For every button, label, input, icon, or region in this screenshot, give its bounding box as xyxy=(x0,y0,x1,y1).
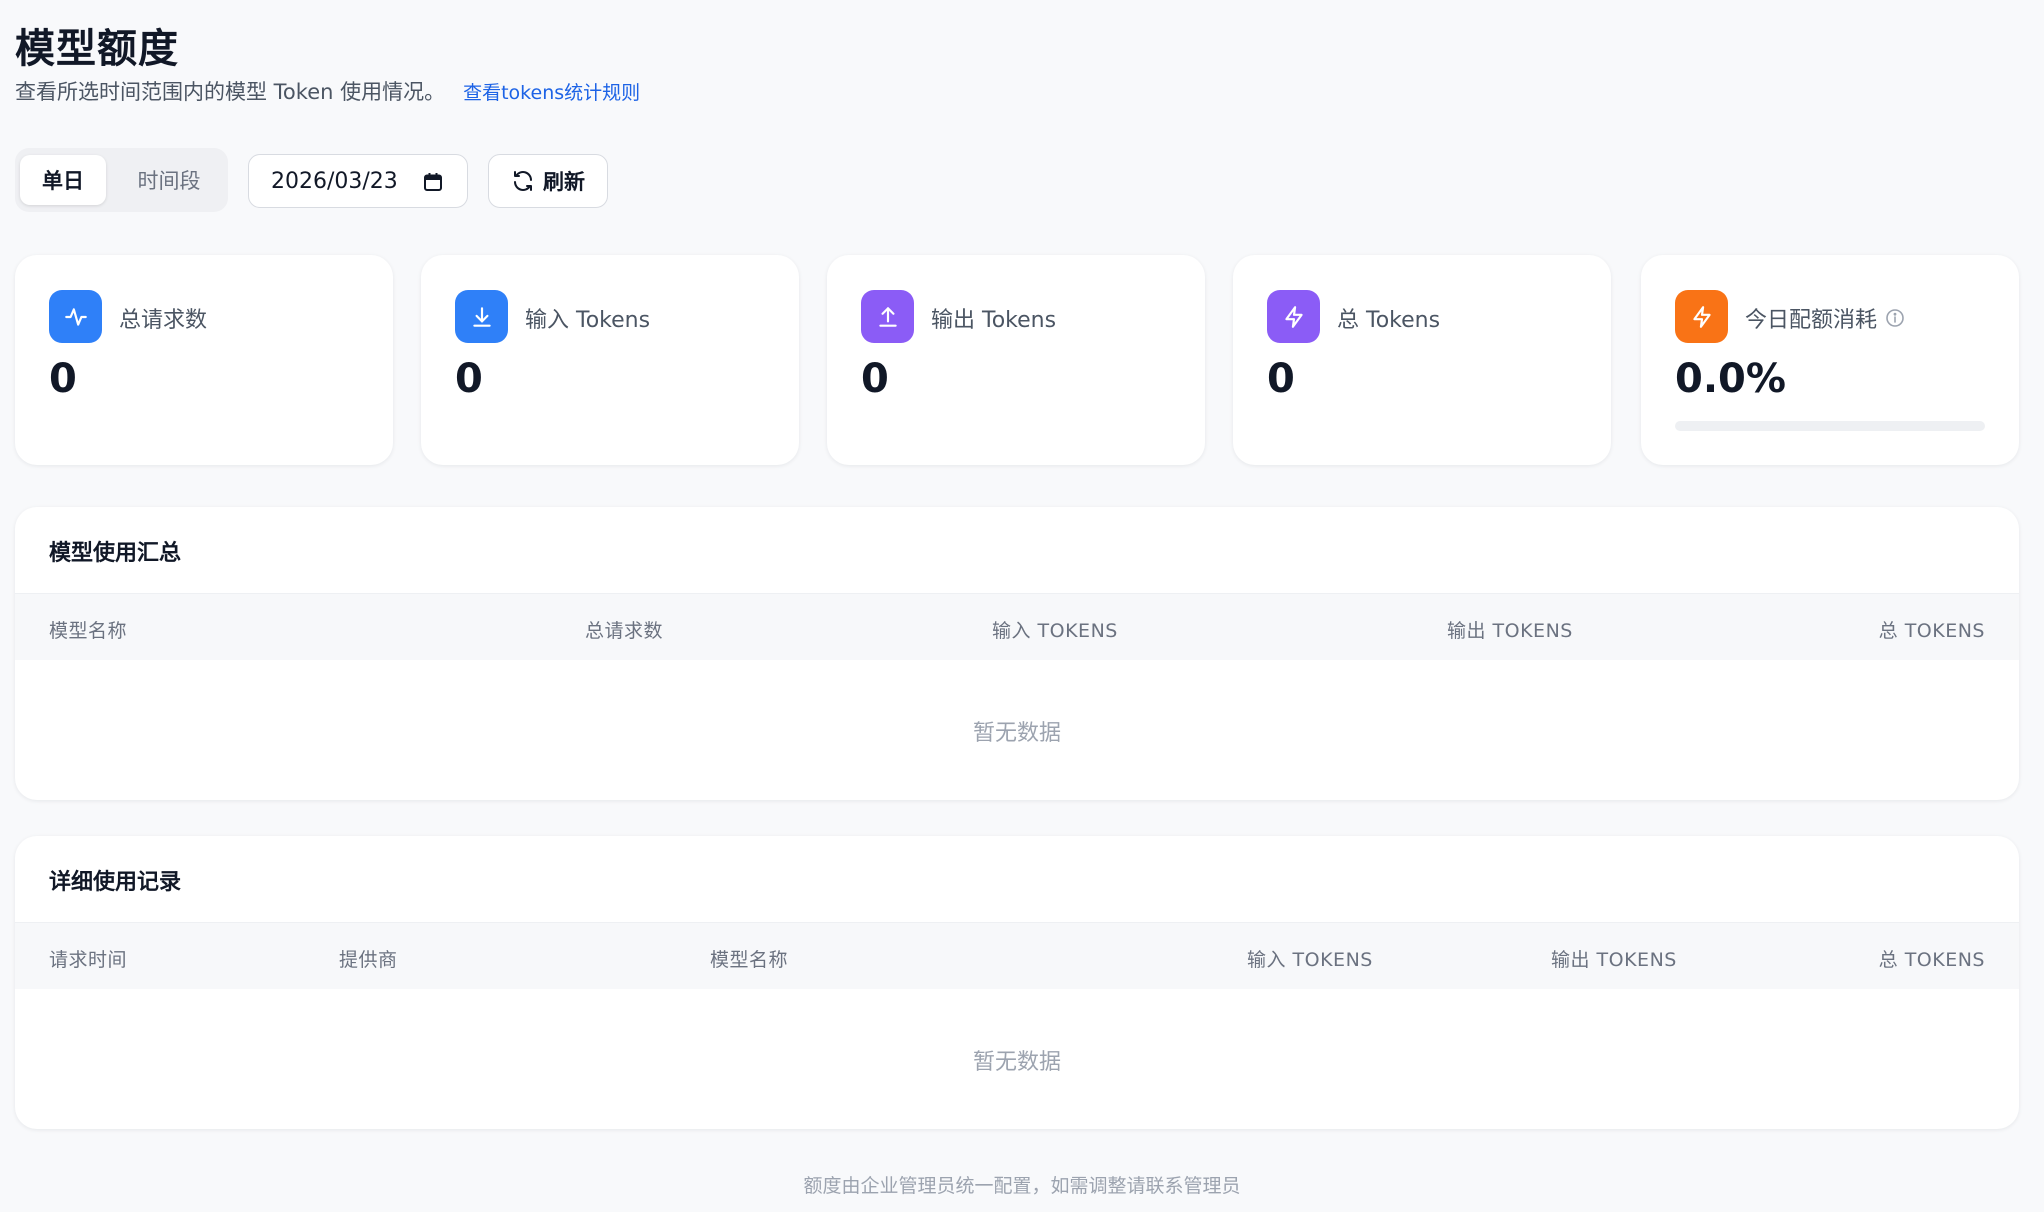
stat-card-input-tokens: 输入 Tokens 0 xyxy=(421,255,799,465)
stat-label: 输出 Tokens xyxy=(931,308,1057,333)
page-subtitle: 查看所选时间范围内的模型 Token 使用情况。 xyxy=(15,80,446,104)
column-header: 输出 TOKENS xyxy=(1447,620,1573,642)
column-header: 输出 TOKENS xyxy=(1551,949,1677,971)
stat-label-with-info: 今日配额消耗 xyxy=(1745,302,1905,334)
summary-empty-state: 暂无数据 xyxy=(972,721,1061,746)
upload-icon xyxy=(861,290,914,343)
stat-value: 0 xyxy=(861,356,889,402)
lightning-icon xyxy=(1675,290,1728,343)
stat-label: 总 Tokens xyxy=(1337,308,1441,333)
stat-value: 0 xyxy=(455,356,483,402)
stat-card-total-requests: 总请求数 0 xyxy=(15,255,393,465)
download-icon xyxy=(455,290,508,343)
column-header: 模型名称 xyxy=(710,949,789,971)
stat-label: 输入 Tokens xyxy=(525,308,651,333)
stat-card-output-tokens: 输出 Tokens 0 xyxy=(827,255,1205,465)
stat-value: 0.0% xyxy=(1675,356,1786,402)
date-picker[interactable]: 2026/03/23 xyxy=(248,154,468,208)
column-header: 总 TOKENS xyxy=(1878,620,1985,642)
usage-details-panel: 详细使用记录 请求时间 提供商 模型名称 输入 TOKENS 输出 TOKENS… xyxy=(15,836,2019,1129)
summary-table-header: 模型名称 总请求数 输入 TOKENS 输出 TOKENS 总 TOKENS xyxy=(15,593,2019,660)
activity-icon xyxy=(49,290,102,343)
stat-label: 总请求数 xyxy=(119,308,208,333)
column-header: 输入 TOKENS xyxy=(992,620,1118,642)
column-header: 总请求数 xyxy=(585,620,664,642)
column-header: 总 TOKENS xyxy=(1878,949,1985,971)
column-header: 请求时间 xyxy=(49,949,128,971)
token-rules-link[interactable]: 查看tokens统计规则 xyxy=(463,78,640,105)
quota-progress-bar xyxy=(1675,421,1985,431)
details-title: 详细使用记录 xyxy=(49,870,182,895)
refresh-label: 刷新 xyxy=(543,170,585,194)
stat-label: 今日配额消耗 xyxy=(1745,308,1878,333)
tab-time-range[interactable]: 时间段 xyxy=(115,155,223,205)
stat-card-quota-usage: 今日配额消耗 0.0% xyxy=(1641,255,2019,465)
model-usage-summary-panel: 模型使用汇总 模型名称 总请求数 输入 TOKENS 输出 TOKENS 总 T… xyxy=(15,507,2019,800)
subtitle-row: 查看所选时间范围内的模型 Token 使用情况。 查看tokens统计规则 xyxy=(15,76,640,106)
footer-note: 额度由企业管理员统一配置，如需调整请联系管理员 xyxy=(803,1175,1241,1197)
stat-value: 0 xyxy=(1267,356,1295,402)
mode-switch: 单日 时间段 xyxy=(15,148,228,212)
column-header: 输入 TOKENS xyxy=(1247,949,1373,971)
info-icon[interactable] xyxy=(1885,308,1905,328)
model-quota-page: 模型额度 查看所选时间范围内的模型 Token 使用情况。 查看tokens统计… xyxy=(0,0,2044,1212)
details-table-header: 请求时间 提供商 模型名称 输入 TOKENS 输出 TOKENS 总 TOKE… xyxy=(15,922,2019,989)
column-header: 提供商 xyxy=(339,949,398,971)
stat-value: 0 xyxy=(49,356,77,402)
tab-single-day[interactable]: 单日 xyxy=(20,155,106,205)
column-header: 模型名称 xyxy=(49,620,128,642)
refresh-icon xyxy=(514,171,532,191)
date-value: 2026/03/23 xyxy=(271,168,398,194)
summary-title: 模型使用汇总 xyxy=(49,541,182,566)
refresh-button[interactable]: 刷新 xyxy=(488,154,608,208)
details-empty-state: 暂无数据 xyxy=(972,1050,1061,1075)
lightning-icon xyxy=(1267,290,1320,343)
calendar-icon[interactable] xyxy=(423,172,443,192)
page-title: 模型额度 xyxy=(15,26,179,72)
stat-card-total-tokens: 总 Tokens 0 xyxy=(1233,255,1611,465)
